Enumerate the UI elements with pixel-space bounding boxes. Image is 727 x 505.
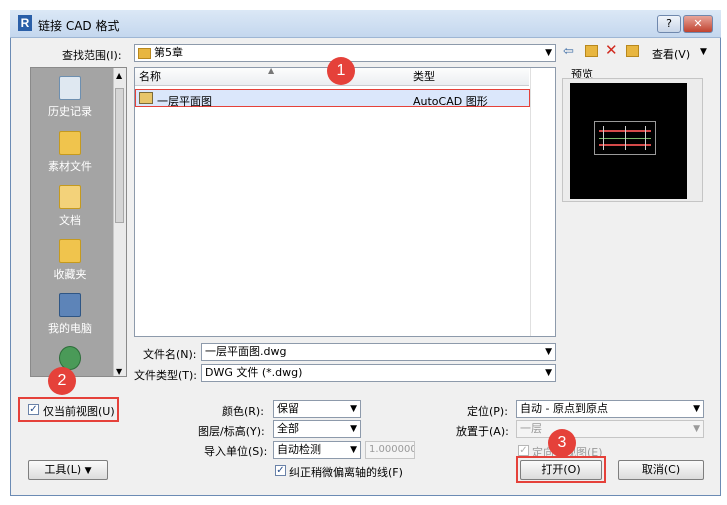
- back-icon[interactable]: ⇦: [563, 44, 574, 59]
- lookin-value: 第5章: [154, 46, 183, 59]
- callout-1: 1: [327, 57, 355, 85]
- views-menu[interactable]: 查看(V): [652, 46, 690, 62]
- correct-lines-label: 纠正稍微偏离轴的线(F): [289, 466, 403, 479]
- tools-button[interactable]: 工具(L) ▼: [28, 460, 108, 480]
- preview-image: [570, 83, 687, 199]
- place-materials[interactable]: 素材文件: [30, 131, 110, 174]
- dwg-file-icon: [139, 92, 153, 104]
- open-button[interactable]: 打开(O): [520, 460, 602, 480]
- chevron-down-icon: ▼: [693, 404, 700, 414]
- place-favorites[interactable]: 收藏夹: [30, 239, 110, 282]
- column-type[interactable]: 类型: [409, 68, 529, 86]
- close-button[interactable]: ✕: [683, 15, 713, 33]
- new-folder-icon[interactable]: [626, 45, 639, 57]
- chevron-down-icon: ▼: [545, 347, 552, 357]
- callout-2: 2: [48, 367, 76, 395]
- revit-logo: R: [18, 15, 32, 31]
- tools-label: 工具(L): [44, 463, 82, 476]
- chevron-down-icon: ▼: [84, 466, 92, 476]
- filename-input[interactable]: 一层平面图.dwg ▼: [201, 343, 556, 361]
- filetype-value: DWG 文件 (*.dwg): [205, 366, 303, 379]
- floor-plan-thumbnail: [594, 121, 656, 155]
- chevron-down-icon: ▼: [545, 368, 552, 378]
- column-divider: [530, 68, 531, 336]
- place-computer[interactable]: 我的电脑: [30, 293, 110, 336]
- filename-label: 文件名(N):: [143, 348, 197, 361]
- place-documents[interactable]: 文档: [30, 185, 110, 228]
- scroll-up-icon[interactable]: ▲: [116, 71, 122, 80]
- place-history[interactable]: 历史记录: [30, 76, 110, 119]
- current-view-checkbox[interactable]: ✓: [28, 404, 39, 415]
- color-value: 保留: [277, 402, 299, 415]
- place-at-select[interactable]: 一层 ▼: [516, 420, 704, 438]
- favorites-icon: [59, 239, 81, 263]
- layers-select[interactable]: 全部 ▼: [273, 420, 361, 438]
- views-chevron-down-icon[interactable]: ▼: [700, 47, 707, 57]
- place-label: 收藏夹: [53, 268, 87, 281]
- color-select[interactable]: 保留 ▼: [273, 400, 361, 418]
- color-label: 颜色(R):: [222, 405, 264, 418]
- units-select[interactable]: 自动检测 ▼: [273, 441, 361, 459]
- chevron-down-icon: ▼: [350, 404, 357, 414]
- folder-icon: [138, 47, 151, 59]
- history-icon: [59, 76, 81, 100]
- sort-up-icon: ▲: [268, 66, 275, 75]
- filetype-label: 文件类型(T):: [134, 369, 198, 382]
- layers-label: 图层/标高(Y):: [198, 425, 265, 438]
- place-label: 素材文件: [48, 160, 92, 173]
- documents-icon: [59, 185, 81, 209]
- scroll-down-icon[interactable]: ▼: [116, 367, 122, 376]
- chevron-down-icon: ▼: [350, 424, 357, 434]
- correct-lines-checkbox[interactable]: ✓: [275, 465, 286, 476]
- place-at-label: 放置于(A):: [456, 425, 509, 438]
- dialog-title: 链接 CAD 格式: [38, 19, 120, 33]
- place-at-value: 一层: [520, 422, 542, 435]
- units-label: 导入单位(S):: [204, 445, 268, 458]
- positioning-value: 自动 - 原点到原点: [520, 402, 608, 415]
- up-folder-icon[interactable]: [585, 45, 598, 57]
- folder-icon: [59, 131, 81, 155]
- layers-value: 全部: [277, 422, 299, 435]
- cancel-button[interactable]: 取消(C): [618, 460, 704, 480]
- place-label: 历史记录: [48, 105, 92, 118]
- orient-checkbox[interactable]: ✓: [518, 445, 529, 456]
- current-view-label: 仅当前视图(U): [43, 405, 115, 418]
- computer-icon: [59, 293, 81, 317]
- lookin-label: 查找范围(I):: [62, 49, 122, 62]
- units-value: 自动检测: [277, 443, 321, 456]
- positioning-label: 定位(P):: [467, 405, 508, 418]
- chevron-down-icon: ▼: [545, 48, 552, 58]
- places-scroll-thumb[interactable]: [115, 88, 124, 223]
- units-number-input[interactable]: 1.000000: [365, 441, 415, 459]
- chevron-down-icon: ▼: [693, 424, 700, 434]
- filename-value: 一层平面图.dwg: [205, 345, 287, 358]
- filetype-select[interactable]: DWG 文件 (*.dwg) ▼: [201, 364, 556, 382]
- file-type: AutoCAD 图形: [413, 95, 488, 108]
- file-name: 一层平面图: [157, 95, 212, 108]
- positioning-select[interactable]: 自动 - 原点到原点 ▼: [516, 400, 704, 418]
- callout-3: 3: [548, 429, 576, 457]
- chevron-down-icon: ▼: [350, 445, 357, 455]
- delete-icon[interactable]: ✕: [605, 41, 618, 59]
- place-label: 我的电脑: [48, 322, 92, 335]
- place-label: 文档: [59, 214, 81, 227]
- help-button[interactable]: ?: [657, 15, 681, 33]
